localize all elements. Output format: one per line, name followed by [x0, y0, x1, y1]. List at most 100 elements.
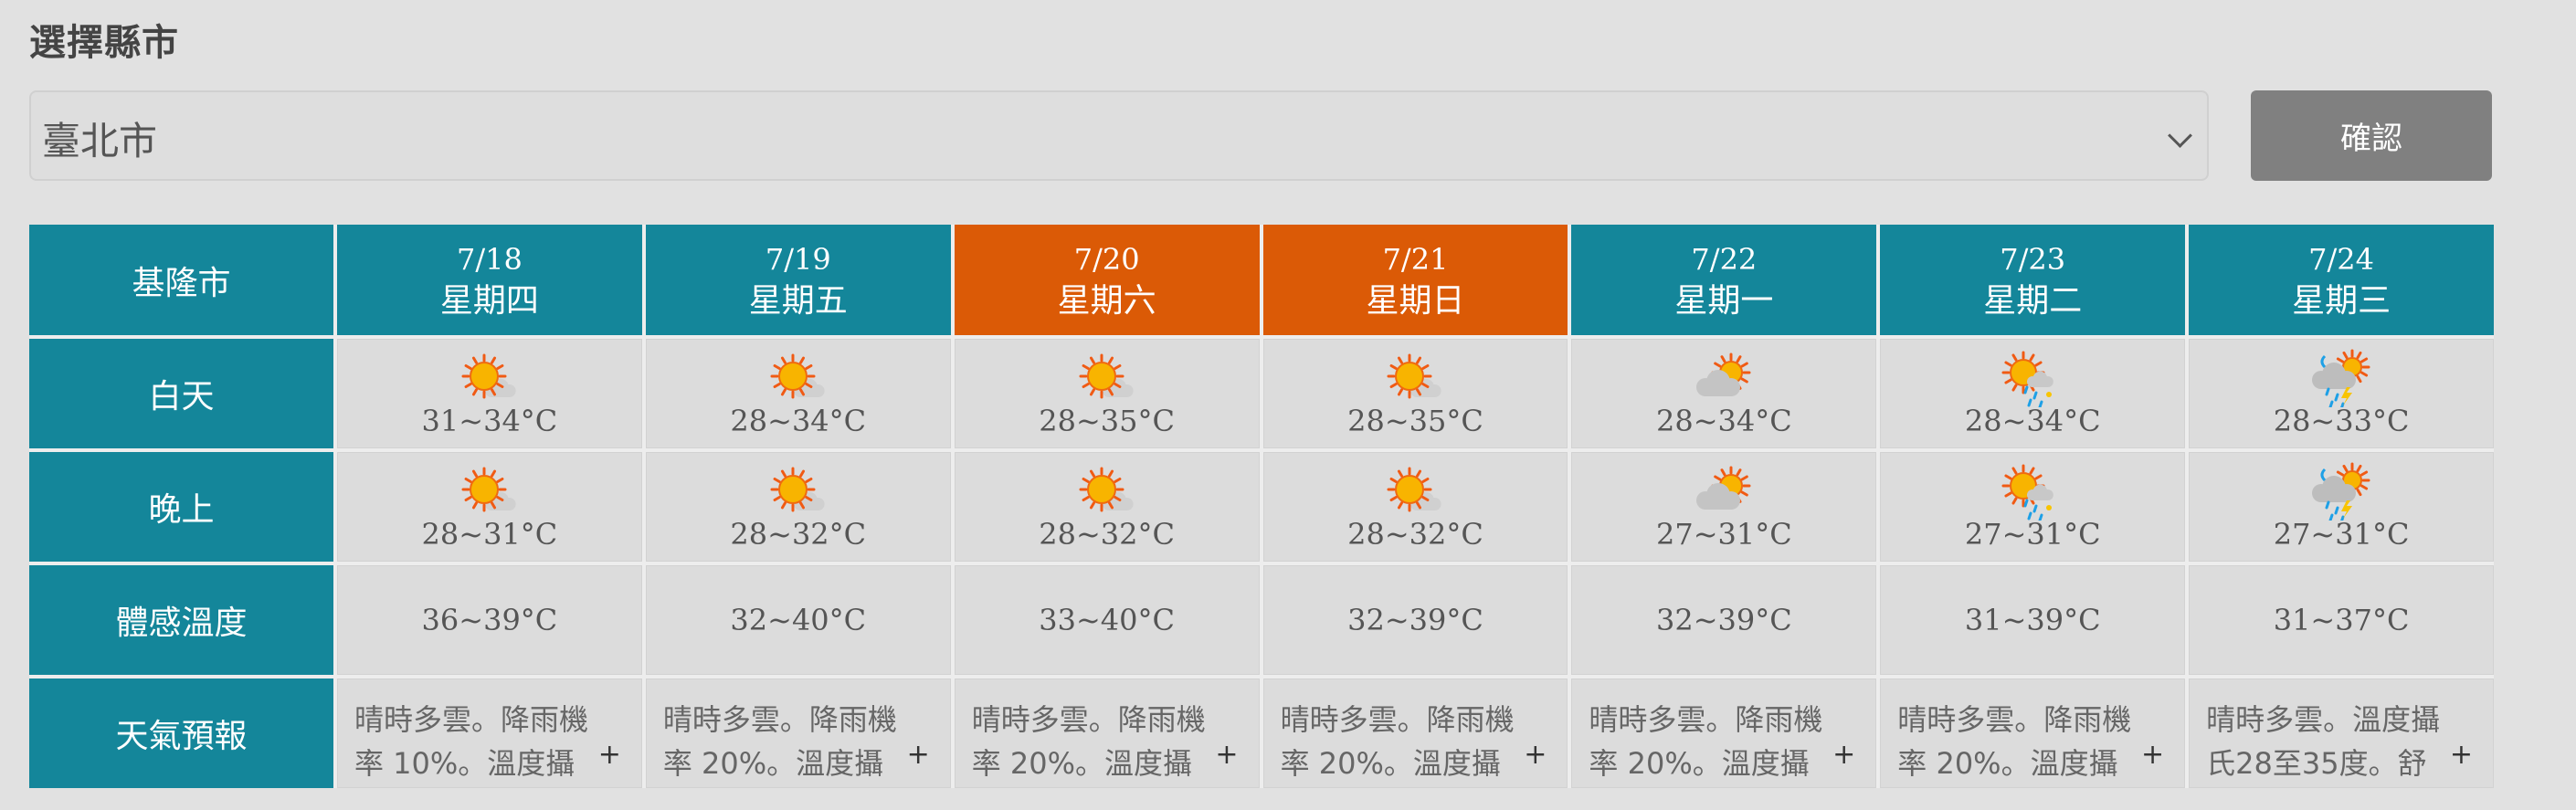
day-temp: 28~35°C [1039, 404, 1175, 438]
forecast-cell: 晴時多雲。降雨機率 20%。溫度攝 + [954, 679, 1260, 788]
forecast-cell: 晴時多雲。降雨機率 20%。溫度攝 + [1262, 679, 1568, 788]
day-header: 7/23 星期二 [1880, 225, 2186, 335]
night-temp: 27~31°C [2273, 517, 2410, 552]
day-temp: 28~34°C [730, 404, 867, 438]
sun-rain-icon [2001, 351, 2054, 407]
row-label-forecast: 天氣預報 [29, 679, 333, 788]
night-weather-cell: 27~31°C [1880, 452, 2186, 562]
city-header: 基隆市 [29, 225, 333, 335]
row-label-night: 晚上 [29, 452, 333, 562]
city-select-value: 臺北市 [42, 119, 158, 163]
day-header: 7/20 星期六 [954, 225, 1260, 335]
forecast-cell: 晴時多雲。降雨機率 20%。溫度攝 + [1880, 679, 2186, 788]
thunder-rain-icon [2312, 349, 2370, 407]
sun-icon [461, 353, 516, 399]
weekday-label: 星期六 [1057, 281, 1156, 320]
day-weather-cell: 28~33°C [2189, 339, 2494, 448]
feels-like-cell: 33~40°C [954, 565, 1260, 675]
day-weather-cell: 28~34°C [1880, 339, 2186, 448]
weekday-label: 星期五 [748, 281, 848, 320]
row-label-day: 白天 [29, 339, 333, 448]
forecast-cell: 晴時多雲。降雨機率 20%。溫度攝 + [645, 679, 951, 788]
expand-button[interactable]: + [1524, 739, 1547, 771]
feels-like-cell: 31~39°C [1880, 565, 2186, 675]
sun-icon [461, 467, 516, 512]
forecast-text: 晴時多雲。降雨機率 20%。溫度攝 [662, 702, 897, 781]
sun-icon [1079, 467, 1134, 512]
day-header: 7/22 星期一 [1571, 225, 1877, 335]
day-header: 7/19 星期五 [645, 225, 951, 335]
night-weather-cell: 28~32°C [1262, 452, 1568, 562]
night-temp: 28~31°C [421, 517, 558, 552]
partly-cloudy-icon [1696, 352, 1751, 396]
night-weather-cell: 27~31°C [1571, 452, 1877, 562]
date-label: 7/23 [2000, 241, 2066, 277]
sun-icon [1079, 353, 1134, 399]
weekday-label: 星期日 [1366, 281, 1465, 320]
feels-like-temp: 32~39°C [1347, 603, 1483, 637]
expand-button[interactable]: + [1215, 739, 1238, 771]
day-temp: 31~34°C [421, 404, 558, 438]
expand-button[interactable]: + [1832, 739, 1855, 771]
thunder-rain-icon [2312, 462, 2370, 521]
feels-like-cell: 36~39°C [337, 565, 642, 675]
feels-like-cell: 32~39°C [1571, 565, 1877, 675]
night-temp: 27~31°C [1655, 517, 1792, 552]
sun-icon [1387, 353, 1442, 399]
night-weather-cell: 28~32°C [645, 452, 951, 562]
expand-button[interactable]: + [598, 739, 621, 771]
city-select[interactable]: 臺北市 [29, 90, 2209, 181]
feels-like-cell: 32~39°C [1262, 565, 1568, 675]
weekday-label: 星期二 [1983, 281, 2083, 320]
day-weather-cell: 28~34°C [1571, 339, 1877, 448]
day-weather-cell: 28~35°C [954, 339, 1260, 448]
chevron-down-icon [2168, 123, 2192, 148]
day-weather-cell: 31~34°C [337, 339, 642, 448]
sun-icon [770, 467, 825, 512]
forecast-cell: 晴時多雲。溫度攝氏28至35度。舒 + [2189, 679, 2494, 788]
sun-icon [770, 353, 825, 399]
feels-like-temp: 32~39°C [1655, 603, 1792, 637]
night-temp: 28~32°C [730, 517, 867, 552]
row-label-feels-like: 體感溫度 [29, 565, 333, 675]
feels-like-cell: 32~40°C [645, 565, 951, 675]
forecast-text: 晴時多雲。降雨機率 20%。溫度攝 [971, 702, 1206, 781]
partly-cloudy-icon [1696, 466, 1751, 510]
feels-like-temp: 31~39°C [1964, 603, 2101, 637]
sun-rain-icon [2001, 464, 2054, 521]
date-label: 7/24 [2308, 241, 2374, 277]
weather-table: 基隆市 7/18 星期四 7/19 星期五 7/20 星期六 7/21 星期日 7/22 星期一 7/… [29, 225, 2494, 788]
forecast-text: 晴時多雲。降雨機率 10%。溫度攝 [354, 702, 589, 781]
weekday-label: 星期四 [439, 281, 539, 320]
night-weather-cell: 27~31°C [2189, 452, 2494, 562]
day-temp: 28~34°C [1964, 404, 2101, 438]
feels-like-temp: 36~39°C [421, 603, 558, 637]
day-temp: 28~33°C [2273, 404, 2410, 438]
date-label: 7/19 [765, 241, 831, 277]
expand-button[interactable]: + [907, 739, 930, 771]
night-temp: 28~32°C [1347, 517, 1483, 552]
feels-like-cell: 31~37°C [2189, 565, 2494, 675]
confirm-button[interactable]: 確認 [2251, 90, 2492, 181]
day-header: 7/24 星期三 [2189, 225, 2494, 335]
forecast-cell: 晴時多雲。降雨機率 20%。溫度攝 + [1571, 679, 1877, 788]
night-weather-cell: 28~32°C [954, 452, 1260, 562]
date-label: 7/22 [1691, 241, 1758, 277]
weekday-label: 星期三 [2292, 281, 2391, 320]
forecast-text: 晴時多雲。降雨機率 20%。溫度攝 [1280, 702, 1515, 781]
day-weather-cell: 28~35°C [1262, 339, 1568, 448]
page-title: 選擇縣市 [29, 22, 179, 64]
expand-button[interactable]: + [2450, 739, 2473, 771]
sun-icon [1387, 467, 1442, 512]
feels-like-temp: 33~40°C [1039, 603, 1175, 637]
weekday-label: 星期一 [1674, 281, 1774, 320]
night-temp: 27~31°C [1964, 517, 2101, 552]
night-weather-cell: 28~31°C [337, 452, 642, 562]
date-label: 7/20 [1073, 241, 1140, 277]
day-temp: 28~34°C [1655, 404, 1792, 438]
forecast-text: 晴時多雲。降雨機率 20%。溫度攝 [1897, 702, 2132, 781]
date-label: 7/21 [1382, 241, 1449, 277]
expand-button[interactable]: + [2141, 739, 2164, 771]
day-temp: 28~35°C [1347, 404, 1483, 438]
forecast-cell: 晴時多雲。降雨機率 10%。溫度攝 + [337, 679, 642, 788]
